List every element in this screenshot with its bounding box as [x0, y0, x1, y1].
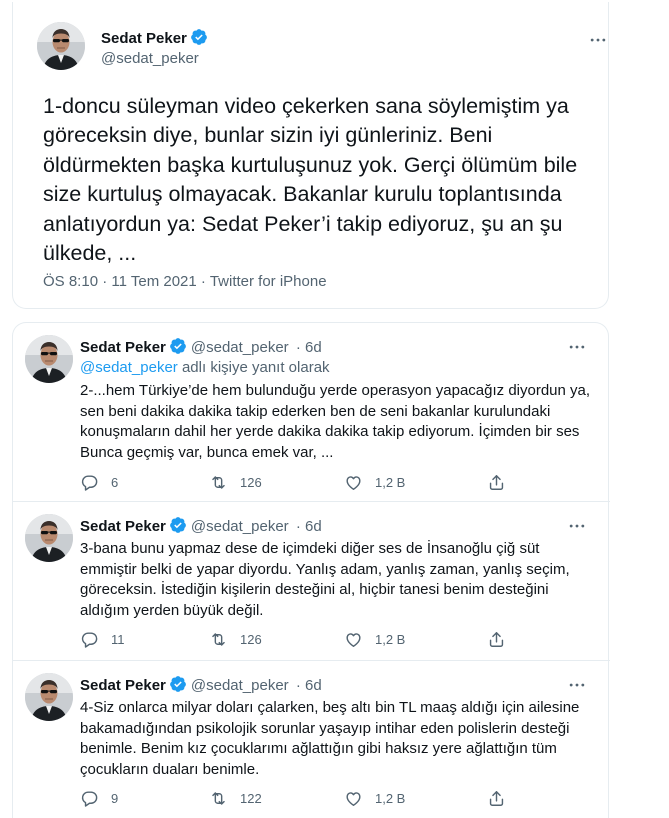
tweet-text: 3-bana bunu yapmaz dese de içimdeki diğe… — [80, 540, 570, 619]
verified-badge-icon — [169, 337, 187, 355]
profile-photo-icon — [25, 514, 73, 562]
reply-icon — [80, 630, 99, 649]
more-options-button[interactable] — [565, 675, 589, 695]
like-button[interactable]: 1,2 B — [344, 787, 405, 809]
profile-photo-icon — [25, 673, 73, 721]
tweet-text: 2-...hem Türkiye’de hem bulunduğu yerde … — [80, 382, 591, 461]
retweet-icon — [209, 789, 228, 808]
reply-count: 11 — [111, 631, 125, 647]
profile-photo-icon — [37, 22, 85, 70]
reply-icon — [80, 473, 99, 492]
replying-to-handle[interactable]: @sedat_peker — [80, 359, 178, 376]
tweet-text: 1-doncu süleyman video çekerken sana söy… — [43, 94, 578, 266]
reply-button[interactable]: 6 — [80, 471, 118, 493]
tweet-time[interactable]: ÖS 8:10 — [43, 273, 98, 290]
more-options-button[interactable] — [565, 337, 589, 357]
retweet-button[interactable]: 126 — [209, 628, 262, 650]
verified-badge-icon — [190, 28, 208, 46]
share-icon — [487, 630, 506, 649]
share-button[interactable] — [487, 628, 506, 650]
share-icon — [487, 473, 506, 492]
reply-button[interactable]: 11 — [80, 628, 125, 650]
share-button[interactable] — [487, 787, 506, 809]
like-icon — [344, 473, 363, 492]
author-name-row[interactable]: Sedat Peker — [101, 28, 208, 47]
reply-header: Sedat Peker @sedat_peker · 6d — [80, 675, 322, 694]
meta-separator: · — [102, 273, 108, 290]
author-handle[interactable]: @sedat_peker — [191, 677, 289, 694]
author-handle[interactable]: @sedat_peker — [191, 518, 289, 535]
retweet-button[interactable]: 126 — [209, 471, 262, 493]
tweet-age[interactable]: · 6d — [296, 677, 322, 694]
verified-badge-icon — [169, 675, 187, 693]
tweet-meta: ÖS 8:10 · 11 Tem 2021 · Twitter for iPho… — [43, 273, 327, 290]
reply-header: Sedat Peker @sedat_peker · 6d — [80, 516, 322, 535]
main-tweet-card: Sedat Peker @sedat_peker 1-doncu süleyma… — [12, 2, 609, 309]
reply-count: 6 — [111, 474, 119, 490]
author-handle[interactable]: @sedat_peker — [101, 50, 199, 67]
more-options-icon — [586, 30, 610, 50]
tweet-actions: 9 122 1,2 B — [80, 787, 580, 809]
retweet-count: 122 — [240, 790, 262, 806]
more-options-icon — [565, 516, 589, 536]
tweet-text: 4-Siz onlarca milyar doları çalarken, be… — [80, 699, 580, 778]
author-handle[interactable]: @sedat_peker — [191, 339, 289, 356]
like-button[interactable]: 1,2 B — [344, 628, 405, 650]
meta-separator: · — [200, 273, 206, 290]
avatar[interactable] — [25, 514, 73, 562]
tweet-actions: 6 126 1,2 B — [80, 471, 580, 493]
reply-button[interactable]: 9 — [80, 787, 118, 809]
more-options-icon — [565, 337, 589, 357]
author-display-name[interactable]: Sedat Peker — [80, 518, 166, 535]
author-display-name[interactable]: Sedat Peker — [80, 339, 166, 356]
reply-tweet[interactable]: Sedat Peker @sedat_peker · 6d 4-Siz onlar… — [13, 661, 610, 818]
like-icon — [344, 789, 363, 808]
share-icon — [487, 789, 506, 808]
more-options-button[interactable] — [586, 30, 610, 50]
avatar[interactable] — [25, 673, 73, 721]
share-button[interactable] — [487, 471, 506, 493]
author-display-name[interactable]: Sedat Peker — [101, 30, 187, 47]
reply-icon — [80, 789, 99, 808]
replying-to: @sedat_peker adlı kişiye yanıt olarak — [80, 359, 330, 376]
avatar[interactable] — [25, 335, 73, 383]
replies-thread-card: Sedat Peker @sedat_peker · 6d @sedat_peke… — [12, 322, 610, 818]
replying-to-label: adlı kişiye yanıt olarak — [181, 359, 330, 376]
tweet-age[interactable]: · 6d — [296, 339, 322, 356]
more-options-button[interactable] — [565, 516, 589, 536]
tweet-source[interactable]: Twitter for iPhone — [210, 273, 327, 290]
retweet-count: 126 — [240, 631, 262, 647]
tweet-date[interactable]: 11 Tem 2021 — [111, 273, 196, 290]
like-icon — [344, 630, 363, 649]
tweet-actions: 11 126 1,2 B — [80, 628, 580, 650]
like-count: 1,2 B — [375, 474, 406, 490]
avatar[interactable] — [37, 22, 85, 70]
retweet-count: 126 — [240, 474, 262, 490]
reply-tweet[interactable]: Sedat Peker @sedat_peker · 6d 3-bana bunu… — [13, 502, 610, 652]
retweet-button[interactable]: 122 — [209, 787, 262, 809]
reply-tweet[interactable]: Sedat Peker @sedat_peker · 6d @sedat_peke… — [13, 323, 610, 501]
retweet-icon — [209, 630, 228, 649]
more-options-icon — [565, 675, 589, 695]
profile-photo-icon — [25, 335, 73, 383]
like-button[interactable]: 1,2 B — [344, 471, 405, 493]
tweet-age[interactable]: · 6d — [296, 518, 322, 535]
like-count: 1,2 B — [375, 790, 406, 806]
author-display-name[interactable]: Sedat Peker — [80, 677, 166, 694]
reply-count: 9 — [111, 790, 119, 806]
like-count: 1,2 B — [375, 631, 406, 647]
reply-header: Sedat Peker @sedat_peker · 6d — [80, 337, 322, 356]
verified-badge-icon — [169, 516, 187, 534]
retweet-icon — [209, 473, 228, 492]
